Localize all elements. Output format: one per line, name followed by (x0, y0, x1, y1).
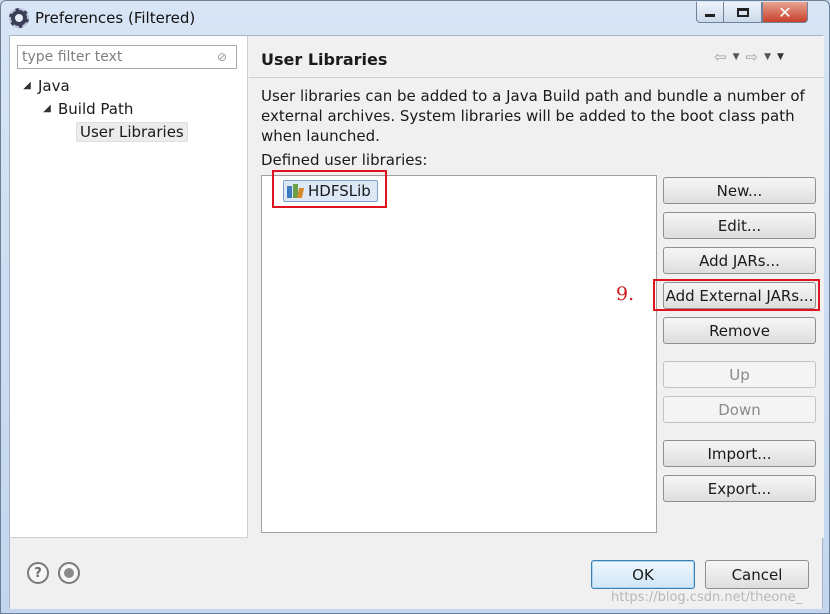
title-bar[interactable]: Preferences (Filtered) ✕ (1, 1, 829, 35)
maximize-button[interactable] (724, 2, 762, 23)
watermark: https://blog.csdn.net/theone_ (611, 590, 803, 605)
down-button[interactable]: Down (663, 396, 816, 423)
tree-item-label: Build Path (58, 99, 134, 118)
close-icon: ✕ (778, 2, 792, 22)
clear-filter-icon[interactable]: ⊘ (217, 50, 231, 64)
dialog-button-bar: ? OK Cancel https://blog.csdn.net/theone… (10, 539, 822, 609)
tree-item-label: User Libraries (76, 121, 188, 142)
close-button[interactable]: ✕ (762, 2, 808, 23)
expanded-arrow-icon[interactable]: ◢ (20, 80, 34, 91)
up-button[interactable]: Up (663, 361, 816, 388)
back-dropdown-icon[interactable]: ▼ (733, 52, 740, 62)
user-libraries-list[interactable]: HDFSLib (261, 175, 657, 533)
preferences-window: Preferences (Filtered) ✕ ⊘ ◢ Java ◢ Buil… (0, 0, 830, 614)
page-navigation: ⇦ ▼ ⇨ ▼ ▼ (714, 48, 784, 66)
eclipse-preferences-icon (9, 8, 29, 28)
import-button[interactable]: Import... (663, 440, 816, 467)
page-description: User libraries can be added to a Java Bu… (261, 87, 805, 145)
tree-item-java[interactable]: ◢ Java (20, 75, 70, 96)
page-title: User Libraries (261, 50, 388, 69)
back-arrow-icon[interactable]: ⇦ (714, 48, 727, 66)
minimize-button[interactable] (696, 2, 724, 23)
export-button[interactable]: Export... (663, 475, 816, 502)
filter-field[interactable]: ⊘ (17, 45, 237, 69)
window-title: Preferences (Filtered) (35, 9, 196, 27)
remove-button[interactable]: Remove (663, 317, 816, 344)
highlight-box-library (272, 170, 387, 208)
oomph-preference-recorder-icon[interactable] (58, 562, 80, 584)
expanded-arrow-icon[interactable]: ◢ (40, 103, 54, 114)
add-jars-button[interactable]: Add JARs... (663, 247, 816, 274)
filter-input[interactable] (18, 46, 208, 68)
cancel-button[interactable]: Cancel (705, 560, 809, 589)
edit-button[interactable]: Edit... (663, 212, 816, 239)
dialog-client-area: ⊘ ◢ Java ◢ Build Path User Libraries Use… (9, 35, 824, 609)
highlight-box-button (653, 279, 820, 311)
new-button[interactable]: New... (663, 177, 816, 204)
step-annotation: 9. (616, 283, 635, 305)
help-icon[interactable]: ? (27, 562, 49, 584)
forward-arrow-icon[interactable]: ⇨ (746, 48, 759, 66)
tree-item-build-path[interactable]: ◢ Build Path (40, 98, 133, 119)
tree-item-user-libraries[interactable]: User Libraries (76, 121, 188, 142)
maximize-icon (736, 7, 749, 17)
forward-dropdown-icon[interactable]: ▼ (764, 52, 771, 62)
minimize-icon (705, 13, 715, 17)
tree-item-label: Java (38, 76, 70, 95)
preference-tree-pane: ⊘ ◢ Java ◢ Build Path User Libraries (10, 36, 248, 538)
title-separator (249, 77, 824, 78)
libraries-list-label: Defined user libraries: (261, 151, 428, 169)
view-menu-icon[interactable]: ▼ (777, 52, 784, 62)
ok-button[interactable]: OK (591, 560, 695, 589)
preference-page: User Libraries ⇦ ▼ ⇨ ▼ ▼ User libraries … (249, 36, 824, 538)
